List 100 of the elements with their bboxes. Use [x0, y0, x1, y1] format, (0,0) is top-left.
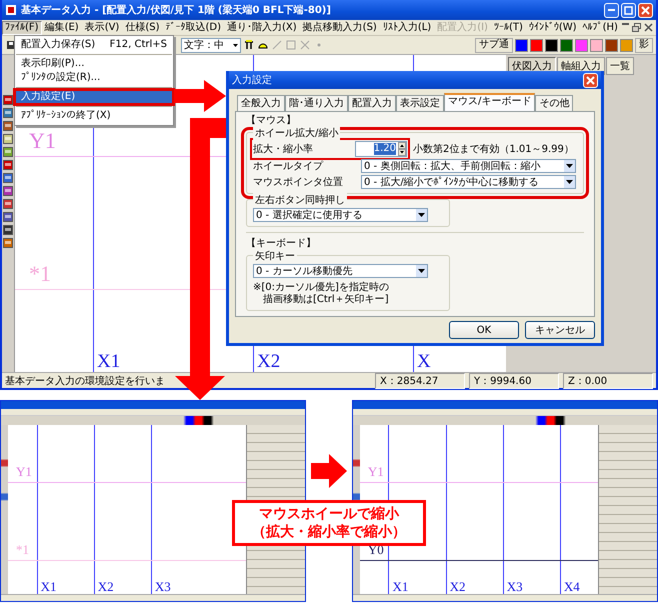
dialog-title: 入力設定: [232, 74, 272, 87]
note-text: ※[0:カーソル優先]を指定時の: [253, 282, 389, 294]
color-swatch[interactable]: [560, 38, 573, 52]
number-field[interactable]: 1.20: [355, 141, 407, 157]
select-value: 0 - 奥側回転：拡大、手前側回転：縮小: [364, 160, 540, 173]
select-value: 0 - カーソル移動優先: [256, 264, 352, 278]
caret-icon: [418, 268, 425, 274]
tool-icon[interactable]: [3, 225, 13, 235]
close-icon[interactable]: [644, 23, 653, 32]
caret-icon: [566, 164, 573, 168]
grid-label: X2: [98, 580, 114, 593]
tool-icon[interactable]: [3, 173, 13, 183]
group-title: ホイール拡大/縮小: [253, 126, 340, 140]
menu-item[interactable]: 入力設定(E): [15, 90, 173, 104]
dropdown-button[interactable]: [564, 176, 575, 188]
caret-icon: [566, 180, 573, 184]
tool-icon[interactable]: [3, 160, 13, 170]
color-swatch[interactable]: [590, 38, 603, 52]
callout-text: （拡大・縮小率で縮小）: [252, 523, 406, 541]
color-swatch[interactable]: [605, 38, 618, 52]
toolbar-icon[interactable]: [243, 39, 255, 51]
status-message: 基本データ入力の環境設定を行いま: [5, 374, 166, 388]
close-icon: [641, 6, 650, 14]
tab[interactable]: 配置入力: [348, 95, 396, 111]
grid-label: X: [417, 352, 431, 371]
menu-item[interactable]: 表示印刷(P)...: [15, 57, 173, 71]
restore-icon[interactable]: [632, 23, 641, 32]
callout-text: マウスホイールで縮小: [259, 505, 399, 523]
tool-icon[interactable]: [3, 186, 13, 196]
menu-item[interactable]: ﾌｧｲﾙ(F): [2, 20, 42, 34]
tab[interactable]: 表示設定: [396, 95, 444, 111]
menu-item[interactable]: 配置入力保存(S) F12, Ctrl+S: [15, 38, 173, 52]
dialog-button[interactable]: キャンセル: [525, 321, 595, 339]
app-icon: [5, 4, 17, 16]
spinner-arrows-icon[interactable]: [398, 142, 406, 156]
dropdown-button[interactable]: [416, 209, 427, 221]
tool-icon[interactable]: [3, 95, 13, 105]
tool-icon[interactable]: [3, 147, 13, 157]
menu-item[interactable]: 通り･階入力(X): [224, 20, 300, 34]
menu-item[interactable]: ﾌﾟﾘﾝﾀの設定(R)...: [15, 71, 173, 85]
sub-grid-button[interactable]: サブ通: [475, 38, 513, 52]
color-swatch[interactable]: [530, 38, 543, 52]
dropdown-button[interactable]: [564, 160, 575, 172]
tab[interactable]: マウス/キーボード: [444, 93, 536, 111]
panel-tab[interactable]: 一覧: [606, 57, 634, 75]
tool-icon[interactable]: [3, 121, 13, 131]
section-heading: 【マウス】: [246, 115, 297, 127]
dialog-button[interactable]: OK: [449, 321, 519, 339]
dropdown-field[interactable]: 0 - カーソル移動優先: [253, 264, 428, 278]
color-swatch[interactable]: [545, 38, 558, 52]
menu-item[interactable]: ﾃﾞｰﾀ取込(D): [162, 20, 224, 34]
menu-item[interactable]: ｱﾌﾟﾘｹｰｼｮﾝの終了(X): [15, 109, 173, 123]
dropdown-field[interactable]: 0 - 選択確定に使用する: [253, 208, 428, 222]
grid-label: *1: [16, 543, 29, 556]
menu-item[interactable]: 編集(E): [42, 20, 82, 34]
grid-label: X1: [392, 580, 408, 593]
shadow-button[interactable]: 影: [635, 38, 653, 52]
coordinate-readout: X：2854.27: [375, 372, 465, 388]
tab[interactable]: 階･通り入力: [285, 95, 348, 111]
color-swatch[interactable]: [620, 38, 633, 52]
shortcut-label: F12, Ctrl+S: [110, 39, 167, 51]
caret-icon: [418, 212, 425, 218]
field-label: 拡大・縮小率: [253, 142, 314, 156]
menu-item[interactable]: ﾂｰﾙ(T): [490, 20, 526, 34]
grid-label: X4: [564, 580, 580, 593]
grid-label: *1: [29, 263, 51, 285]
dropdown-button[interactable]: [416, 265, 427, 277]
close-icon: [586, 76, 595, 84]
menu-item[interactable]: ｳｲﾝﾄﾞｳ(W): [526, 20, 580, 34]
tool-icon[interactable]: [3, 108, 13, 118]
menu-item[interactable]: 表示(V): [82, 20, 122, 34]
grid-label: X3: [154, 580, 171, 593]
dropdown-field[interactable]: 0 - 奥側回転：拡大、手前側回転：縮小: [361, 159, 576, 173]
tool-icon[interactable]: [3, 134, 13, 144]
tool-icon[interactable]: [3, 212, 13, 222]
dropdown-field[interactable]: 0 - 拡大/縮小でﾎﾟｲﾝﾀが中心に移動する: [361, 175, 576, 189]
grid-label: X2: [257, 352, 280, 371]
menu-item-label: 配置入力保存(S): [21, 39, 96, 51]
close-button[interactable]: [638, 2, 653, 18]
tool-icon[interactable]: [3, 238, 13, 248]
tab[interactable]: 全般入力: [237, 95, 285, 111]
tool-icon[interactable]: [3, 199, 13, 209]
menu-item[interactable]: 仕様(S): [122, 20, 162, 34]
tab[interactable]: その他: [535, 95, 574, 111]
menu-item[interactable]: 拠点移動入力(S): [300, 20, 380, 34]
color-swatch[interactable]: [575, 38, 588, 52]
color-swatch[interactable]: [515, 38, 528, 52]
pointer-arrow: [310, 454, 347, 488]
maximize-button[interactable]: [621, 2, 636, 18]
coordinate-readout: Y：9994.60: [469, 372, 559, 388]
hint-text: 小数第2位まで有効（1.01～9.99）: [413, 142, 574, 156]
font-size-select[interactable]: 文字：中: [181, 38, 241, 52]
minimize-button[interactable]: [604, 2, 619, 18]
grid-label: X2: [450, 580, 466, 593]
close-button[interactable]: [583, 72, 598, 88]
pointer-arrow: [174, 80, 226, 112]
menu-item[interactable]: ﾍﾙﾌﾟ(H): [580, 20, 621, 34]
menu-item[interactable]: ﾘｽﾄ入力(L): [380, 20, 434, 34]
grid-label: X1: [40, 580, 56, 593]
select-value: 文字：中: [184, 38, 224, 52]
